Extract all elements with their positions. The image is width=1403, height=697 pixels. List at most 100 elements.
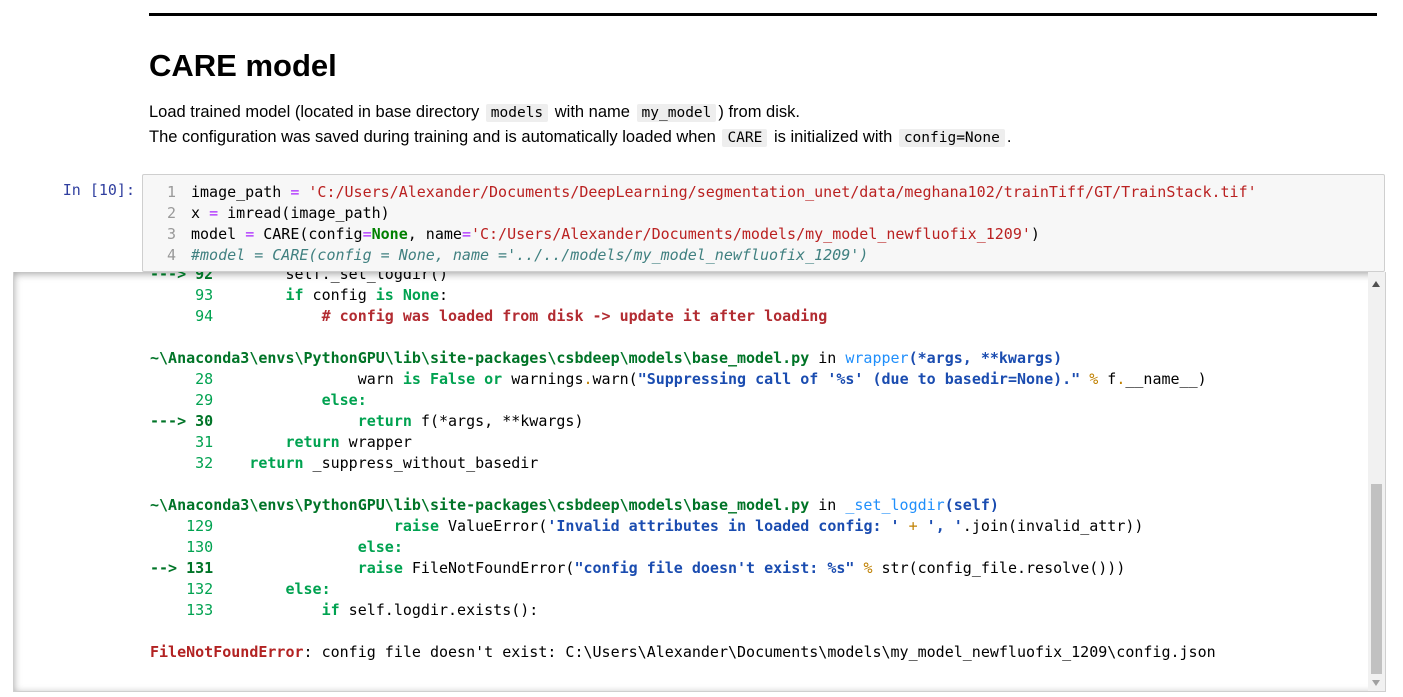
line-number: ---> 30: [150, 412, 214, 430]
file-path: ~\Anaconda3\envs\PythonGPU\lib\site-pack…: [150, 349, 810, 367]
keyword: if: [321, 601, 340, 619]
markdown-heading: CARE model: [149, 48, 337, 83]
line-number: 29: [150, 391, 214, 409]
line-number: 132: [150, 580, 214, 598]
code: self.logdir.exists():: [339, 601, 539, 619]
keyword: or: [475, 370, 503, 388]
markdown-line-1: Load trained model (located in base dire…: [149, 101, 800, 124]
string: "config file doesn't exist: %s": [574, 559, 855, 577]
traceback-line: 28 warn is False or warnings.warn("Suppr…: [150, 369, 1207, 390]
markdown-line-2: The configuration was saved during train…: [149, 126, 1011, 149]
code: [213, 454, 249, 472]
operator: =: [362, 225, 372, 243]
operator: .: [583, 370, 593, 388]
code: warn(: [592, 370, 638, 388]
traceback-file-header: ~\Anaconda3\envs\PythonGPU\lib\site-pack…: [150, 348, 1062, 369]
code: [213, 559, 358, 577]
text: ) from disk.: [718, 103, 800, 121]
file-path: ~\Anaconda3\envs\PythonGPU\lib\site-pack…: [150, 496, 810, 514]
code: [213, 433, 285, 451]
code-cell-input[interactable]: 1 image_path = 'C:/Users/Alexander/Docume…: [142, 174, 1385, 272]
cell-output-traceback[interactable]: ---> 92 self._set_logdir() 93 if config …: [13, 272, 1386, 692]
code: [213, 517, 394, 535]
line-number: 133: [150, 601, 214, 619]
code: [213, 412, 358, 430]
error-message: FileNotFoundError: config file doesn't e…: [150, 642, 1216, 663]
text: in: [809, 496, 846, 514]
operator: .: [1116, 370, 1126, 388]
scroll-down-arrow-icon[interactable]: [1372, 680, 1380, 686]
code: ): [1030, 225, 1040, 243]
function-args: (*args, **kwargs): [908, 349, 1063, 367]
code: f: [1107, 370, 1117, 388]
keyword: is: [375, 286, 394, 304]
code: .join(invalid_attr)): [962, 517, 1144, 535]
code: warn: [213, 370, 403, 388]
traceback-line-current: ---> 30 return f(*args, **kwargs): [150, 411, 584, 432]
code-line-2[interactable]: 2x = imread(image_path): [143, 203, 390, 224]
line-number: 94: [150, 307, 214, 325]
keyword: None: [393, 286, 439, 304]
code: [213, 286, 285, 304]
string: ', ': [926, 517, 963, 535]
scroll-thumb[interactable]: [1371, 484, 1382, 674]
keyword: else:: [213, 538, 403, 556]
keyword: return: [357, 412, 412, 430]
string: 'C:/Users/Alexander/Documents/DeepLearni…: [308, 183, 1257, 201]
operator: %: [1080, 370, 1108, 388]
string: 'Invalid attributes in loaded config: ': [547, 517, 900, 535]
code: FileNotFoundError(: [402, 559, 575, 577]
code: str(config_file.resolve())): [881, 559, 1126, 577]
inline-code: CARE: [722, 129, 768, 147]
line-number: 93: [150, 286, 214, 304]
traceback-file-header: ~\Anaconda3\envs\PythonGPU\lib\site-pack…: [150, 495, 999, 516]
traceback-line: 93 if config is None:: [150, 285, 448, 306]
traceback-line: 133 if self.logdir.exists():: [150, 600, 538, 621]
line-number: ---> 92: [150, 272, 214, 283]
code: _suppress_without_basedir: [303, 454, 539, 472]
output-scrollbar[interactable]: [1368, 272, 1385, 691]
function-name: wrapper: [845, 349, 909, 367]
traceback-line: 132 else:: [150, 579, 331, 600]
code: warnings: [502, 370, 584, 388]
code-line-1[interactable]: 1 image_path = 'C:/Users/Alexander/Docume…: [143, 182, 1257, 203]
operator: =: [245, 225, 255, 243]
keyword: else:: [213, 391, 367, 409]
code: model: [191, 225, 246, 243]
operator: =: [209, 204, 219, 222]
line-number: 3: [166, 225, 176, 243]
code: image_path: [191, 183, 291, 201]
line-number: 4: [166, 246, 176, 264]
text: Load trained model (located in base dire…: [149, 103, 484, 121]
inline-code: my_model: [636, 104, 717, 122]
comment: # config was loaded from disk -> update …: [213, 307, 828, 325]
text: in: [809, 349, 846, 367]
code: :: [439, 286, 449, 304]
keyword: if: [285, 286, 304, 304]
code-line-3[interactable]: 3 model = CARE(config=None, name='C:/User…: [143, 224, 1040, 245]
code: wrapper: [339, 433, 412, 451]
traceback-line: ---> 92 self._set_logdir(): [150, 272, 448, 285]
code: imread(image_path): [218, 204, 390, 222]
code: __name__): [1125, 370, 1207, 388]
code: f(*args, **kwargs): [411, 412, 584, 430]
function-name: _set_logdir: [845, 496, 945, 514]
code: self._set_logdir(): [213, 272, 449, 283]
line-number: 130: [150, 538, 214, 556]
operator: +: [899, 517, 927, 535]
scroll-up-arrow-icon[interactable]: [1372, 281, 1380, 287]
code: x: [191, 204, 210, 222]
traceback-line: 130 else:: [150, 537, 403, 558]
code-line-4[interactable]: 4 #model = CARE(config = None, name ='../…: [143, 245, 868, 266]
function-args: (self): [944, 496, 999, 514]
cell-prompt: In [10]:: [62, 181, 135, 199]
line-number: 31: [150, 433, 214, 451]
keyword: raise: [357, 559, 403, 577]
line-number: 2: [166, 204, 176, 222]
code: [213, 601, 321, 619]
line-number: 129: [150, 517, 214, 535]
inline-code: models: [485, 104, 549, 122]
keyword: is: [402, 370, 421, 388]
code: CARE(config: [254, 225, 363, 243]
traceback-line: 29 else:: [150, 390, 367, 411]
